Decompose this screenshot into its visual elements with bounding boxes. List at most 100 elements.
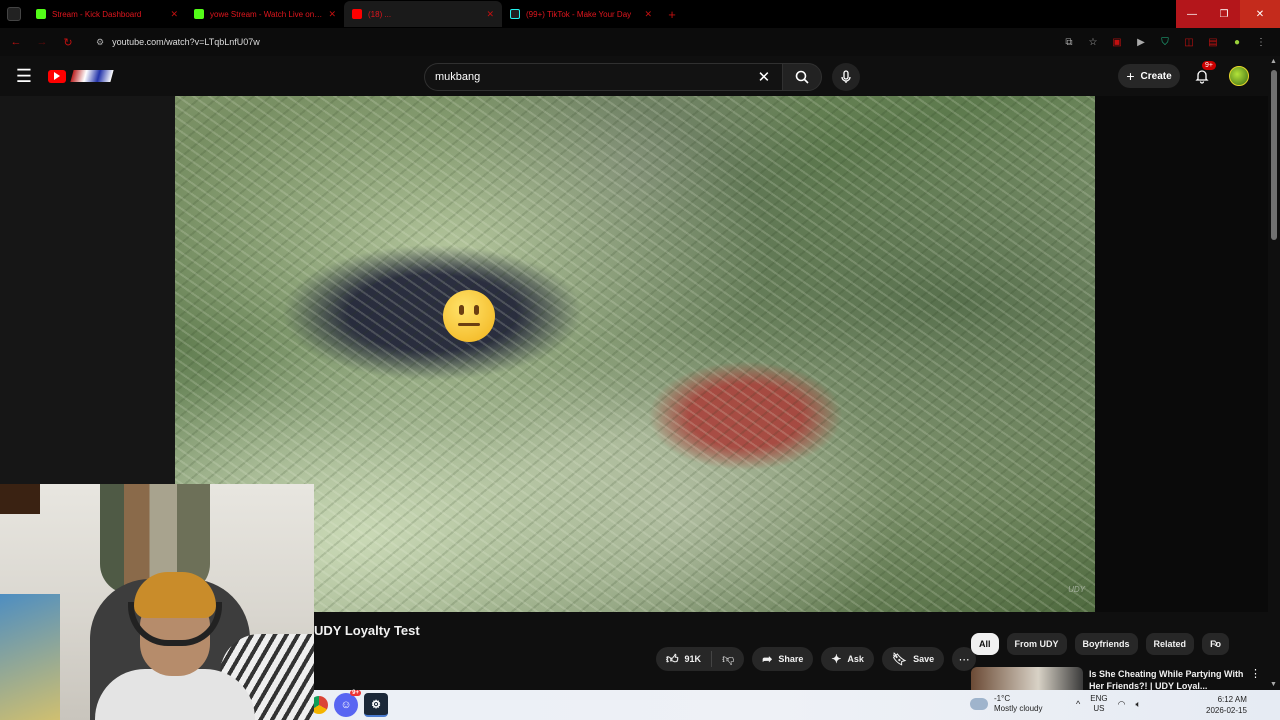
extension-icon[interactable]: ▣ bbox=[1110, 37, 1124, 48]
player-backdrop-right bbox=[1095, 96, 1268, 612]
minimize-button[interactable]: — bbox=[1176, 0, 1208, 28]
search-box: ✕ bbox=[424, 63, 783, 91]
channel-watermark[interactable]: UDY bbox=[1068, 585, 1085, 594]
input-language[interactable]: ENG US bbox=[1090, 694, 1107, 714]
thumbs-up-icon: 👍︎ bbox=[666, 651, 679, 666]
discord-badge: 9+ bbox=[350, 690, 361, 696]
youtube-header: ☰ ✕ + Create 9+ bbox=[0, 56, 1280, 96]
tab-search-button[interactable] bbox=[0, 0, 28, 28]
url-text: youtube.com/watch?v=LTqbLnfU07w bbox=[112, 37, 260, 47]
url-field[interactable]: ⚙ youtube.com/watch?v=LTqbLnfU07w bbox=[86, 31, 1052, 53]
reload-icon[interactable]: ↻ bbox=[60, 36, 76, 49]
tab-close-icon[interactable]: ✕ bbox=[644, 9, 652, 20]
search-bar: ✕ bbox=[424, 63, 822, 91]
site-info-icon[interactable]: ⚙ bbox=[96, 37, 104, 48]
wifi-icon[interactable]: ◠ bbox=[1118, 699, 1126, 710]
create-label: Create bbox=[1140, 70, 1172, 82]
chip-boyfriends[interactable]: Boyfriends bbox=[1074, 633, 1138, 655]
tray-overflow-icon[interactable]: ^ bbox=[1076, 699, 1080, 709]
page-scrollbar[interactable]: ▲ ▼ bbox=[1268, 56, 1280, 690]
tab-close-icon[interactable]: ✕ bbox=[486, 9, 494, 20]
doodle-logo-art bbox=[70, 70, 114, 82]
weather-temp: -1°C bbox=[994, 694, 1011, 703]
more-dots-icon: ⋯ bbox=[958, 653, 970, 666]
share-button[interactable]: ➦ Share bbox=[752, 647, 814, 671]
browser-menu-icon bbox=[7, 7, 21, 21]
tiktok-icon bbox=[510, 9, 520, 19]
share-label: Share bbox=[778, 654, 804, 664]
back-icon[interactable]: ← bbox=[8, 36, 24, 48]
bookmark-star-icon[interactable]: ☆ bbox=[1086, 37, 1100, 48]
shield-icon[interactable]: ⛉ bbox=[1158, 37, 1172, 48]
weather-desc: Mostly cloudy bbox=[994, 704, 1043, 713]
tab-close-icon[interactable]: ✕ bbox=[328, 9, 336, 20]
kick-icon bbox=[194, 9, 204, 19]
tab-close-icon[interactable]: ✕ bbox=[170, 9, 178, 20]
notification-badge: 9+ bbox=[1202, 61, 1216, 70]
taskbar-apps: ☺ 9+ ⚙ bbox=[310, 690, 388, 717]
discord-icon[interactable]: ☺ 9+ bbox=[334, 690, 361, 717]
like-dislike-group: 👍︎ 91K 👎︎ bbox=[656, 647, 745, 671]
search-input[interactable] bbox=[435, 71, 758, 83]
like-button[interactable]: 👍︎ 91K bbox=[656, 651, 713, 667]
scroll-down-icon[interactable]: ▼ bbox=[1270, 681, 1277, 688]
search-icon bbox=[795, 70, 809, 84]
chevron-right-icon[interactable]: › bbox=[1214, 636, 1218, 650]
more-vert-icon[interactable]: ⋮ bbox=[1250, 667, 1261, 690]
ask-label: Ask bbox=[847, 654, 864, 664]
webcam-overlay bbox=[0, 484, 314, 720]
chip-all[interactable]: All bbox=[971, 633, 999, 655]
notifications-button[interactable]: 9+ bbox=[1192, 61, 1216, 86]
screen: Stream - Kick Dashboard ✕ yowe Stream - … bbox=[0, 0, 1280, 720]
new-tab-button[interactable]: + bbox=[660, 7, 684, 22]
tab-title: yowe Stream - Watch Live on ... bbox=[210, 9, 323, 19]
tab-tiktok[interactable]: (99+) TikTok - Make Your Day ✕ bbox=[502, 1, 660, 27]
taskbar-clock[interactable]: 6:12 AM 2026-02-15 bbox=[1206, 694, 1247, 716]
menu-hamburger-icon[interactable]: ☰ bbox=[0, 66, 48, 87]
chip-related[interactable]: Related bbox=[1145, 633, 1195, 655]
save-button[interactable]: 🔖︎ Save bbox=[881, 647, 945, 671]
voice-search-button[interactable] bbox=[832, 63, 860, 91]
steam-icon[interactable]: ⚙ bbox=[364, 693, 388, 717]
clear-search-icon[interactable]: ✕ bbox=[758, 68, 771, 86]
youtube-logo[interactable] bbox=[48, 69, 114, 83]
create-button[interactable]: + Create bbox=[1118, 64, 1180, 88]
scroll-up-icon[interactable]: ▲ bbox=[1270, 58, 1277, 65]
scrollbar-thumb[interactable] bbox=[1271, 70, 1277, 240]
speaker-icon[interactable]: 🔈︎ bbox=[1135, 699, 1140, 710]
extension-icon[interactable]: ▶ bbox=[1134, 37, 1148, 48]
tab-kick-dashboard[interactable]: Stream - Kick Dashboard ✕ bbox=[28, 1, 186, 27]
save-label: Save bbox=[913, 654, 935, 664]
weather-widget[interactable]: -1°C Mostly cloudy bbox=[970, 694, 1042, 714]
tab-title: (18) ... bbox=[368, 9, 392, 19]
clock-date: 2026-02-15 bbox=[1206, 706, 1247, 715]
recommended-title[interactable]: Is She Cheating While Partying With Her … bbox=[1089, 667, 1244, 690]
browser-menu-dots-icon[interactable]: ⋮ bbox=[1254, 37, 1268, 48]
like-count: 91K bbox=[684, 654, 702, 664]
share-arrow-icon: ➦ bbox=[762, 652, 773, 666]
tab-kick-stream[interactable]: yowe Stream - Watch Live on ... ✕ bbox=[186, 1, 344, 27]
profile-avatar-icon[interactable]: ● bbox=[1230, 37, 1244, 48]
dislike-button[interactable]: 👎︎ bbox=[712, 652, 744, 667]
chip-from-udy[interactable]: From UDY bbox=[1006, 633, 1067, 655]
player-backdrop-left bbox=[0, 96, 175, 484]
install-app-icon[interactable]: ⧉ bbox=[1062, 37, 1076, 48]
bookmark-icon: 🔖︎ bbox=[891, 652, 908, 666]
tab-youtube[interactable]: (18) ... ✕ bbox=[344, 1, 502, 27]
cloud-sun-icon bbox=[970, 698, 988, 710]
ask-button[interactable]: ✦ Ask bbox=[821, 647, 874, 671]
bell-icon bbox=[1195, 70, 1209, 84]
address-bar: ← → ↻ ⚙ youtube.com/watch?v=LTqbLnfU07w … bbox=[0, 28, 1280, 56]
plus-icon: + bbox=[1126, 68, 1135, 84]
extension-icon[interactable]: ▤ bbox=[1206, 37, 1220, 48]
maximize-button[interactable]: ❐ bbox=[1208, 0, 1240, 28]
forward-icon[interactable]: → bbox=[34, 36, 50, 48]
recommended-video[interactable]: Is She Cheating While Partying With Her … bbox=[971, 667, 1261, 690]
account-avatar[interactable] bbox=[1229, 66, 1249, 86]
search-button[interactable] bbox=[782, 63, 822, 91]
extension-icon[interactable]: ◫ bbox=[1182, 37, 1196, 48]
close-window-button[interactable]: ✕ bbox=[1240, 0, 1280, 28]
tab-title: Stream - Kick Dashboard bbox=[52, 9, 142, 19]
thumbs-down-icon: 👎︎ bbox=[722, 651, 735, 666]
recommended-thumbnail[interactable] bbox=[971, 667, 1083, 690]
